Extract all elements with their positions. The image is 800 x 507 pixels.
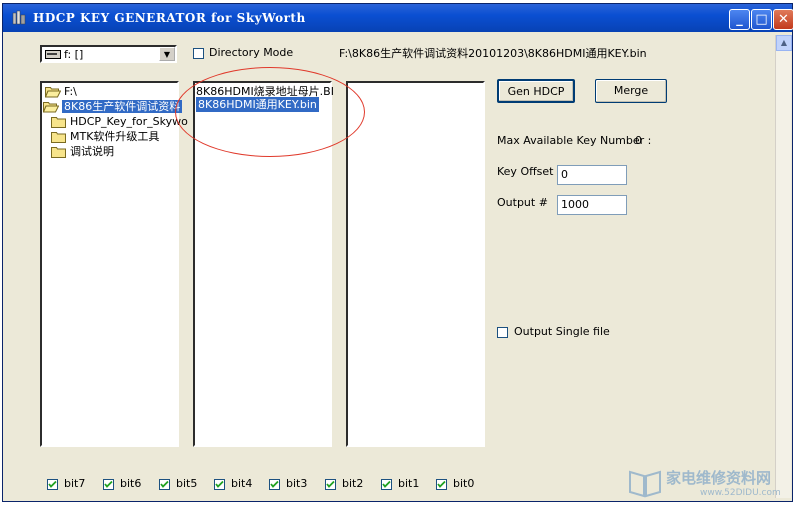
output-count-label: Output # [497,196,548,209]
bit4-label: bit4 [231,477,253,490]
bit0-label: bit0 [453,477,475,490]
check-icon [159,479,170,490]
app-icon [12,10,26,25]
directory-mode-label: Directory Mode [209,46,294,59]
check-icon [47,479,58,490]
max-key-value: 0 [635,134,642,147]
book-logo-icon [629,470,661,498]
folder-item-label: MTK软件升级工具 [70,130,160,143]
gen-hdcp-button[interactable]: Gen HDCP [497,79,575,103]
annotation-ellipse [175,67,365,157]
check-icon [269,479,280,490]
watermark-text: 家电维修资料网 [666,469,772,487]
check-icon [325,479,336,490]
merge-button[interactable]: Merge [595,79,667,103]
close-icon: ✕ [778,12,789,27]
drive-icon [45,50,61,59]
key-offset-input[interactable]: 0 [557,165,627,185]
bit3-label: bit3 [286,477,308,490]
minimize-button[interactable]: _ [729,9,750,30]
drive-select-value: f: [] [64,48,84,61]
folder-item[interactable]: HDCP_Key_for_Skywo [51,114,188,129]
folder-item-label: HDCP_Key_for_Skywo [70,115,188,128]
scrollbar-track-marker [777,225,791,295]
bit2-label: bit2 [342,477,364,490]
output-count-input[interactable]: 1000 [557,195,627,215]
check-icon [214,479,225,490]
output-count-value: 1000 [561,198,589,211]
app-window: HDCP KEY GENERATOR for SkyWorth _ □ ✕ f:… [2,3,794,502]
folder-icon [51,117,66,128]
minimize-icon: _ [736,12,743,27]
watermark-url: www.52DIDU.com [700,488,781,498]
title-bar[interactable]: HDCP KEY GENERATOR for SkyWorth _ □ ✕ [3,4,794,32]
check-icon [381,479,392,490]
folder-item[interactable]: 调试说明 [51,144,114,159]
output-single-file-checkbox[interactable] [497,327,508,338]
vertical-scrollbar[interactable]: ▲ [775,35,792,498]
window-title: HDCP KEY GENERATOR for SkyWorth [33,11,306,25]
bit1-label: bit1 [398,477,420,490]
chevron-down-icon[interactable]: ▼ [159,47,175,61]
max-key-label: Max Available Key Number : [497,134,652,147]
folder-icon [51,132,66,143]
client-area: f: [] ▼ Directory Mode F:\8K86生产软件调试资料20… [3,32,792,501]
open-folder-icon [43,102,59,113]
folder-list[interactable]: F:\ 8K86生产软件调试资料 HDCP_Key_for_Skywo MTK软… [40,81,188,447]
output-single-file-label: Output Single file [514,325,610,338]
folder-item-label: F:\ [64,85,77,98]
directory-mode-checkbox[interactable] [193,48,204,59]
bit7-label: bit7 [64,477,86,490]
bit5-label: bit5 [176,477,198,490]
open-folder-icon [45,87,61,98]
maximize-icon: □ [755,12,768,27]
check-icon [103,479,114,490]
watermark: 家电维修资料网 www.52DIDU.com [628,466,793,504]
folder-item-label: 调试说明 [70,145,114,158]
check-icon [436,479,447,490]
folder-item-selected[interactable]: 8K86生产软件调试资料 [43,99,183,114]
maximize-button[interactable]: □ [751,9,772,30]
folder-item[interactable]: MTK软件升级工具 [51,129,159,144]
bit-checkbox-row: bit7 bit6 bit5 bit4 bit3 bit2 bit1 bit0 [47,477,487,493]
output-list[interactable] [346,81,485,447]
key-offset-value: 0 [561,168,568,181]
current-path: F:\8K86生产软件调试资料20101203\8K86HDMI通用KEY.bi… [339,47,647,60]
key-offset-label: Key Offset [497,165,554,178]
folder-item-label: 8K86生产软件调试资料 [62,100,183,113]
close-button[interactable]: ✕ [773,9,794,30]
folder-item[interactable]: F:\ [45,84,77,99]
drive-select[interactable]: f: [] ▼ [40,45,177,63]
scroll-up-icon[interactable]: ▲ [776,35,792,51]
bit6-label: bit6 [120,477,142,490]
folder-icon [51,147,66,158]
